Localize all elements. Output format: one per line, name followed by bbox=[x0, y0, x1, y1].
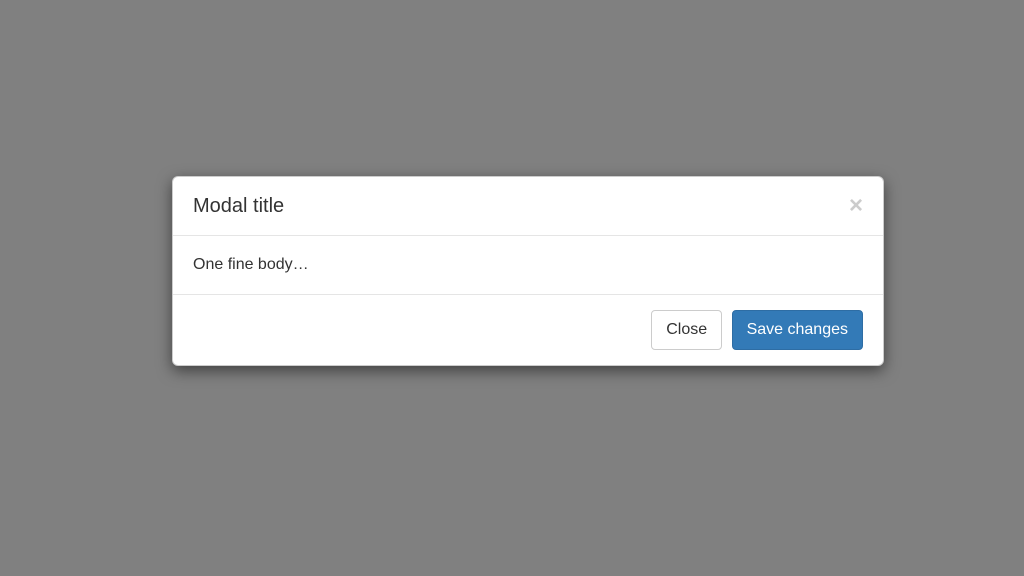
modal-body-text: One fine body… bbox=[193, 256, 863, 274]
modal-footer: Close Save changes bbox=[173, 295, 883, 365]
modal-title: Modal title bbox=[193, 192, 284, 220]
modal-body: One fine body… bbox=[173, 236, 883, 295]
modal-header: Modal title × bbox=[173, 177, 883, 236]
modal-dialog: Modal title × One fine body… Close Save … bbox=[172, 176, 884, 366]
close-button[interactable]: Close bbox=[651, 310, 722, 350]
close-icon[interactable]: × bbox=[849, 194, 863, 218]
save-button[interactable]: Save changes bbox=[732, 310, 863, 350]
